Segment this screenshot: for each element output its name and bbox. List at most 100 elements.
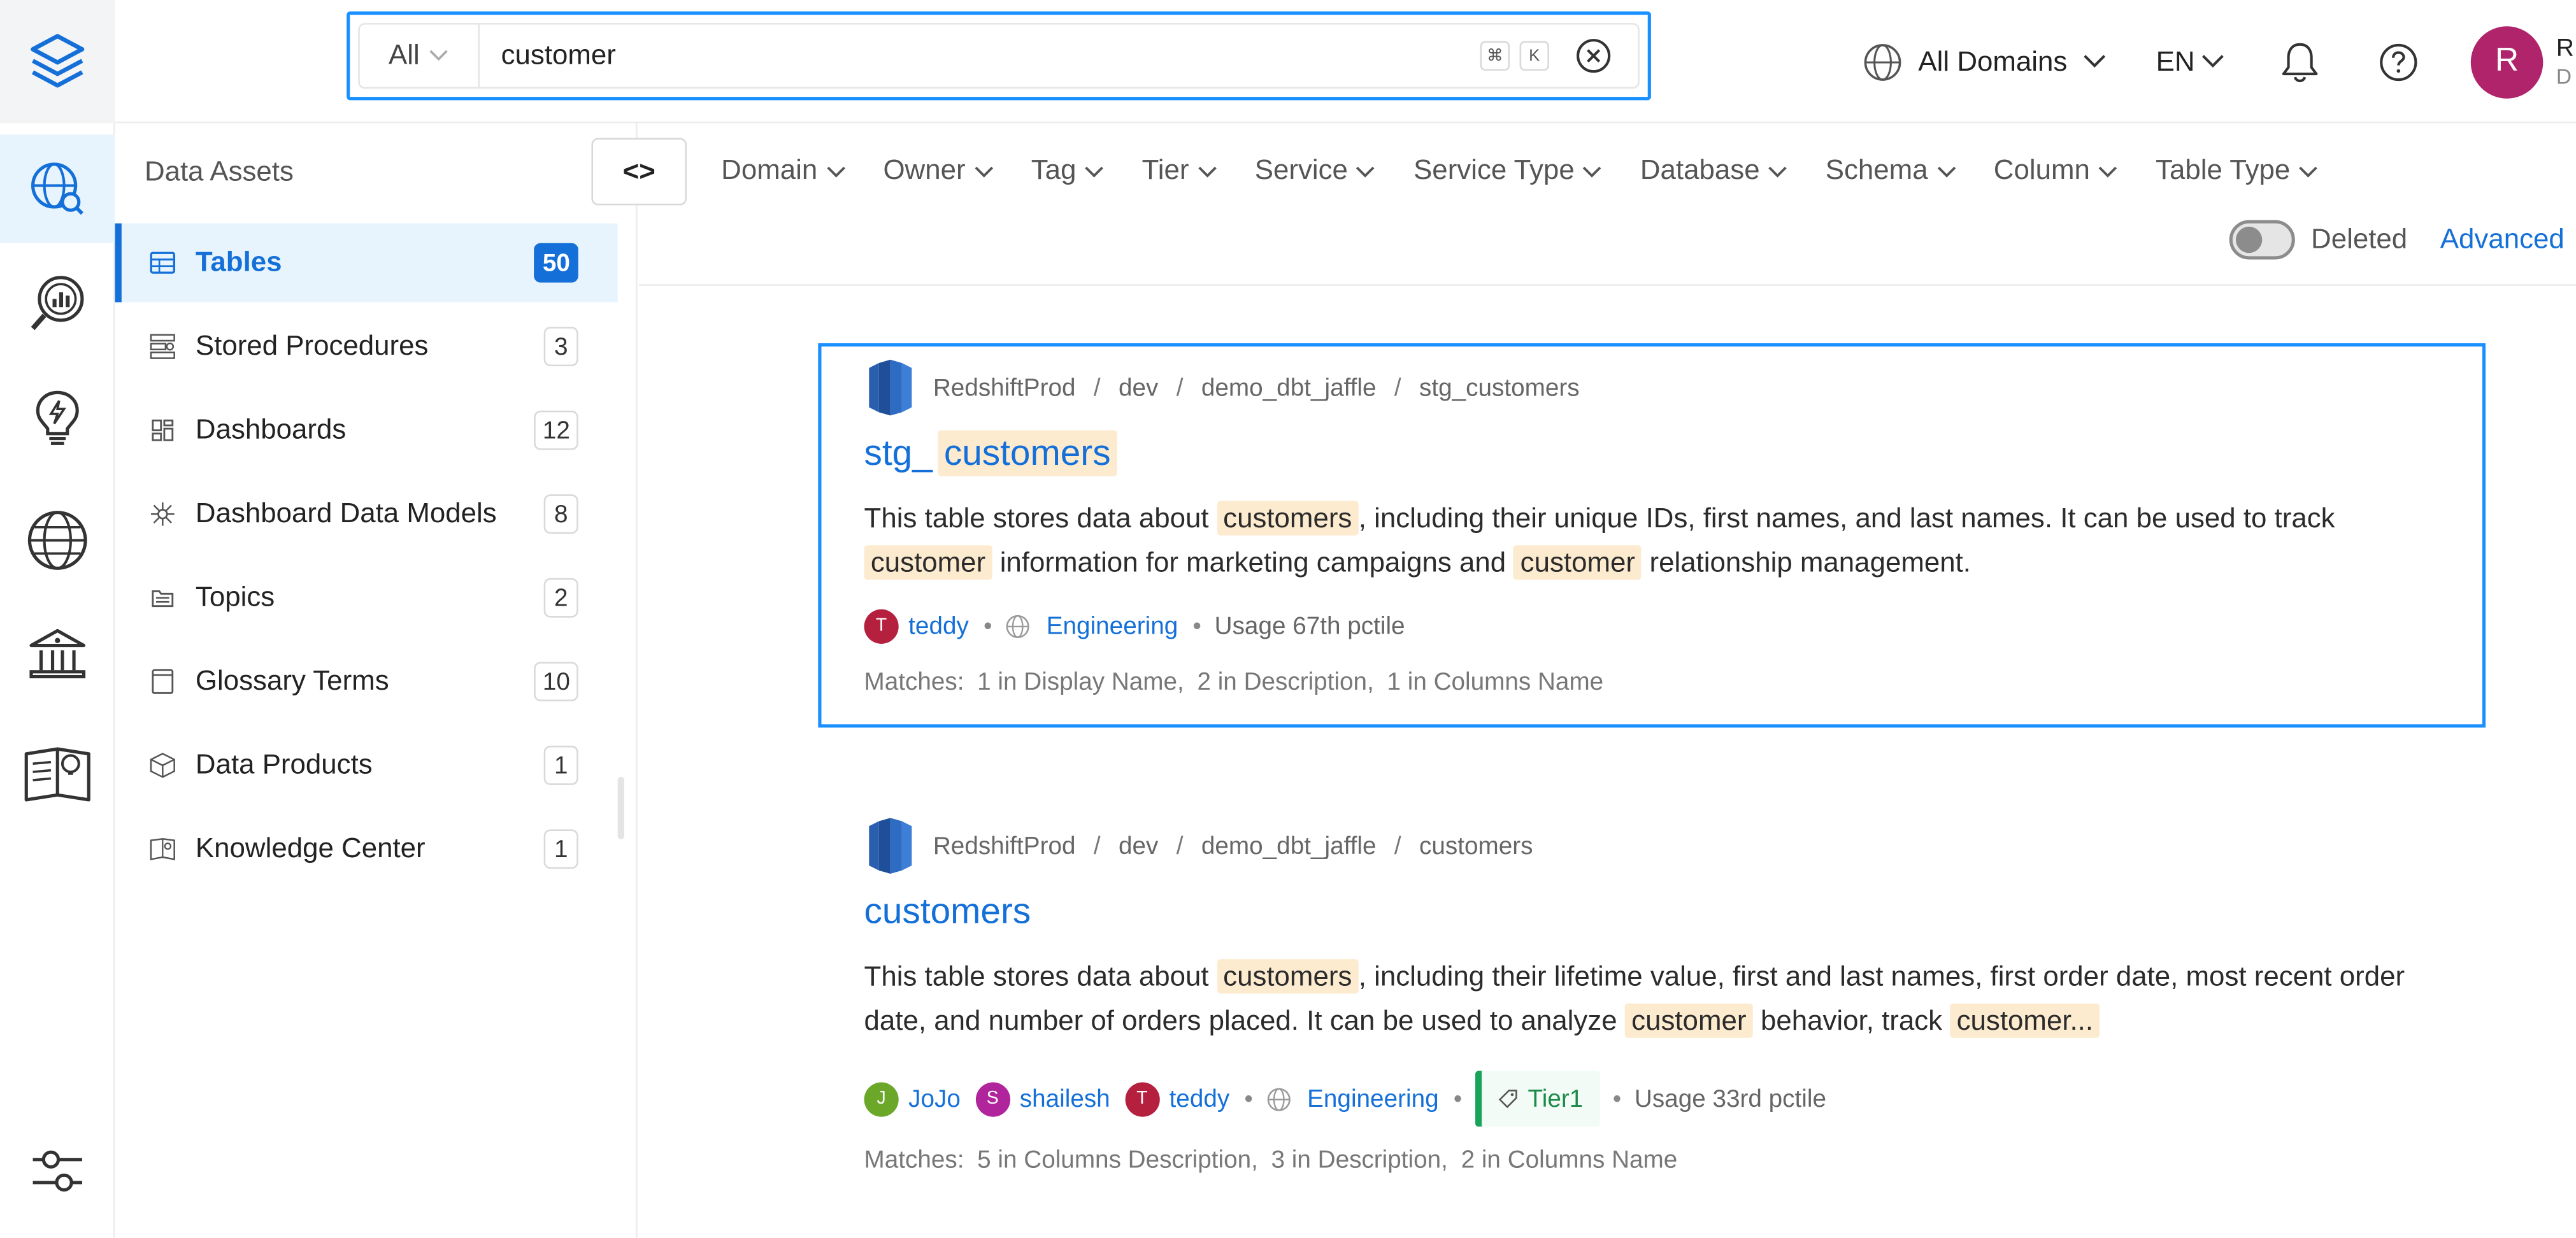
breadcrumb-service[interactable]: RedshiftProd	[933, 832, 1076, 860]
owner-name[interactable]: teddy	[908, 612, 969, 640]
breadcrumb-database[interactable]: dev	[1119, 832, 1158, 860]
deleted-toggle[interactable]	[2229, 220, 2295, 260]
nav-governance[interactable]	[0, 601, 115, 709]
clear-search-icon[interactable]	[1575, 38, 1612, 74]
filter-column[interactable]: Column	[1994, 154, 2118, 187]
matches-label: Matches:	[864, 1146, 964, 1174]
notification-bell-icon[interactable]	[2280, 40, 2320, 83]
search-result-card[interactable]: RedshiftProd / dev / demo_dbt_jaffle / cust…	[818, 805, 2486, 1216]
result-breadcrumb: RedshiftProd / dev / demo_dbt_jaffle / stg_…	[864, 358, 2482, 417]
chevron-down-icon	[1768, 166, 1787, 178]
chevron-down-icon	[1936, 166, 1956, 178]
breadcrumb-table[interactable]: stg_customers	[1419, 374, 1580, 402]
breadcrumb-schema[interactable]: demo_dbt_jaffle	[1201, 832, 1377, 860]
filter-service[interactable]: Service	[1255, 154, 1376, 187]
nav-observability[interactable]	[0, 365, 115, 473]
title-highlight: customers	[937, 430, 1117, 476]
owner-avatar: T	[864, 608, 899, 643]
data-product-icon	[150, 752, 176, 778]
redshift-icon	[864, 358, 917, 417]
result-matches: Matches: 1 in Display Name, 2 in Descripti…	[864, 669, 2482, 705]
chevron-down-icon	[974, 166, 993, 178]
chevron-down-icon	[1198, 166, 1217, 178]
breadcrumb-separator: /	[1093, 373, 1101, 402]
help-icon[interactable]	[2379, 42, 2418, 82]
search-scope-select[interactable]: All	[360, 24, 480, 87]
domain-link[interactable]: Engineering	[1307, 1085, 1438, 1113]
desc-highlight: customer	[1513, 545, 1642, 580]
filter-label: Tag	[1031, 154, 1077, 186]
owner-avatar: S	[975, 1081, 1010, 1116]
asset-type-list: Tables 50 Stored Procedures 3 Dashboards…	[115, 223, 618, 893]
user-role: D	[2556, 63, 2572, 89]
filter-table-type[interactable]: Table Type	[2156, 154, 2318, 187]
filter-service-type[interactable]: Service Type	[1413, 154, 1603, 187]
match-item: 2 in Columns Name	[1461, 1146, 1678, 1174]
app-logo[interactable]	[0, 0, 115, 124]
stored-procedure-icon	[150, 334, 176, 360]
search-field-wrapper: All ⌘ K	[358, 23, 1640, 89]
filter-label: Schema	[1825, 154, 1928, 186]
tag-icon	[1498, 1090, 1517, 1109]
user-info[interactable]: R D	[2556, 34, 2576, 89]
asset-type-knowledge-center[interactable]: Knowledge Center 1	[115, 809, 618, 888]
breadcrumb-service[interactable]: RedshiftProd	[933, 374, 1076, 402]
asset-type-dashboard-data-models[interactable]: Dashboard Data Models 8	[115, 474, 618, 553]
filter-label: Domain	[721, 154, 818, 186]
chevron-down-icon	[1085, 166, 1104, 178]
filter-label: Table Type	[2156, 154, 2291, 186]
nav-settings[interactable]	[0, 1117, 115, 1225]
domain-selector[interactable]: All Domains	[1863, 42, 2107, 82]
nav-knowledge[interactable]	[0, 720, 115, 828]
chevron-down-icon	[1357, 166, 1375, 178]
filter-tier[interactable]: Tier	[1142, 154, 1217, 187]
asset-type-count: 50	[534, 243, 578, 283]
meta-separator: •	[1244, 1085, 1254, 1113]
filter-owner[interactable]: Owner	[883, 154, 993, 187]
filter-schema[interactable]: Schema	[1826, 154, 1956, 187]
deleted-label: Deleted	[2311, 223, 2408, 255]
result-title[interactable]: stg_ customers	[864, 427, 2482, 480]
nav-domains[interactable]	[0, 486, 115, 594]
domain-link[interactable]: Engineering	[1047, 612, 1178, 640]
asset-type-glossary-terms[interactable]: Glossary Terms 10	[115, 642, 618, 721]
advanced-search-link[interactable]: Advanced	[2440, 224, 2565, 257]
domain-globe-icon	[1006, 614, 1029, 637]
collapse-panel-button[interactable]: <>	[591, 138, 687, 206]
user-name: R	[2556, 34, 2574, 62]
asset-type-label: Topics	[195, 581, 275, 613]
asset-type-stored-procedures[interactable]: Stored Procedures 3	[115, 307, 618, 386]
filter-tag[interactable]: Tag	[1031, 154, 1105, 187]
asset-type-data-products[interactable]: Data Products 1	[115, 726, 618, 805]
language-selector[interactable]: EN	[2156, 45, 2224, 78]
knowledge-center-icon	[150, 836, 176, 862]
nav-data-quality[interactable]	[0, 250, 115, 358]
tier-badge[interactable]: Tier1	[1475, 1071, 1600, 1127]
user-avatar[interactable]: R	[2470, 25, 2544, 98]
owner-name[interactable]: shailesh	[1020, 1085, 1110, 1113]
breadcrumb-table[interactable]: customers	[1419, 832, 1533, 860]
owner-name[interactable]: teddy	[1170, 1085, 1230, 1113]
filter-label: Service	[1254, 154, 1348, 186]
breadcrumb-database[interactable]: dev	[1119, 374, 1158, 402]
title-highlight: customers	[864, 890, 1031, 932]
asset-type-tables[interactable]: Tables 50	[115, 223, 618, 302]
search-input[interactable]	[480, 24, 1480, 87]
result-breadcrumb: RedshiftProd / dev / demo_dbt_jaffle / cust…	[864, 816, 2486, 876]
filter-database[interactable]: Database	[1640, 154, 1788, 187]
filter-domain[interactable]: Domain	[721, 154, 845, 187]
filter-label: Database	[1640, 154, 1760, 186]
owner-name[interactable]: JoJo	[908, 1085, 961, 1113]
asset-type-topics[interactable]: Topics 2	[115, 559, 618, 637]
search-result-card[interactable]: RedshiftProd / dev / demo_dbt_jaffle / stg_…	[818, 343, 2486, 728]
title-prefix: stg_	[864, 432, 933, 473]
panel-scrollbar[interactable]	[617, 776, 625, 839]
asset-type-count: 1	[543, 745, 578, 785]
top-bar: All ⌘ K All Domains	[115, 0, 2576, 124]
desc-text: , including their unique IDs, first name…	[1358, 502, 2335, 534]
asset-type-dashboards[interactable]: Dashboards 12	[115, 391, 618, 470]
result-title[interactable]: customers	[864, 885, 2486, 938]
breadcrumb-schema[interactable]: demo_dbt_jaffle	[1201, 374, 1377, 402]
nav-explore[interactable]	[0, 134, 115, 243]
asset-type-label: Knowledge Center	[195, 832, 426, 864]
